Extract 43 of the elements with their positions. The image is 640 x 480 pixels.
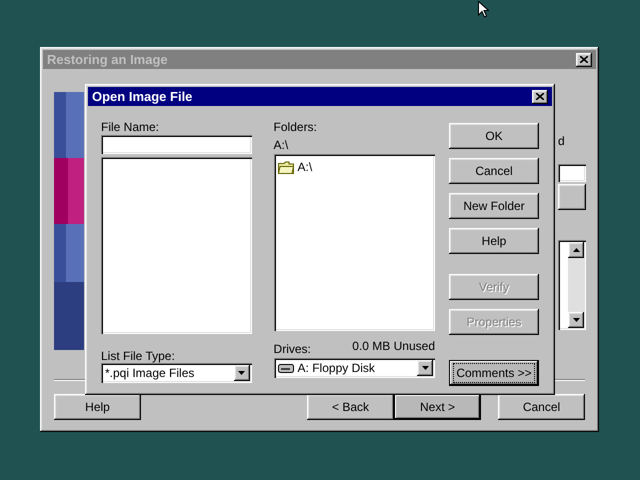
dialog-button[interactable]: Comments >> [449,360,539,386]
dropdown-arrow-button[interactable] [417,360,433,376]
field-label: Drives: [274,341,311,358]
free-space-text: 0.0 MB Unused [352,338,435,355]
file-name-field[interactable] [101,135,252,154]
window-title: Open Image File [92,88,192,106]
window-title: Restoring an Image [47,50,168,69]
dialog-button[interactable]: Cancel [449,158,539,184]
dialog-button[interactable]: New Folder [449,193,539,219]
file-list[interactable] [101,157,252,334]
down-arrow-icon [572,318,580,322]
scroll-down-button[interactable] [568,312,584,328]
close-button[interactable] [576,52,592,66]
dialog-button[interactable]: Next > [394,394,481,420]
folder-tree-item[interactable]: A:\ [278,158,431,176]
close-icon [536,93,544,100]
dialog-button[interactable]: Help [54,394,141,420]
current-path: A:\ [274,137,290,152]
scroll-up-button[interactable] [568,242,584,258]
folder-icon [278,160,294,174]
mouse-pointer-icon [478,1,489,18]
dialog-button[interactable]: Help [449,228,539,254]
dialog-button[interactable]: Cancel [498,394,585,420]
dialog-button[interactable]: < Back [307,394,394,420]
caret-icon [238,371,246,375]
folder-tree[interactable]: A:\ [274,154,435,331]
dropdown-arrow-button[interactable] [234,365,250,381]
caret-icon [422,366,428,370]
field-label: List File Type: [101,348,176,363]
scrollbar[interactable] [568,242,584,328]
dropdown-field[interactable]: *.pqi Image Files [101,363,252,383]
button-edge[interactable] [558,184,586,210]
up-arrow-icon [572,248,580,252]
label-fragment: d [558,134,566,148]
close-button[interactable] [532,90,548,104]
dialog-button[interactable]: OK [449,123,539,149]
list-box[interactable] [558,240,586,330]
close-icon [580,56,588,63]
field-label: File Name: [101,119,160,134]
drive-icon [278,364,294,372]
dropdown-field[interactable]: A: Floppy Disk [274,358,435,378]
text-field[interactable] [558,164,586,182]
field-label: Folders: [274,119,318,134]
